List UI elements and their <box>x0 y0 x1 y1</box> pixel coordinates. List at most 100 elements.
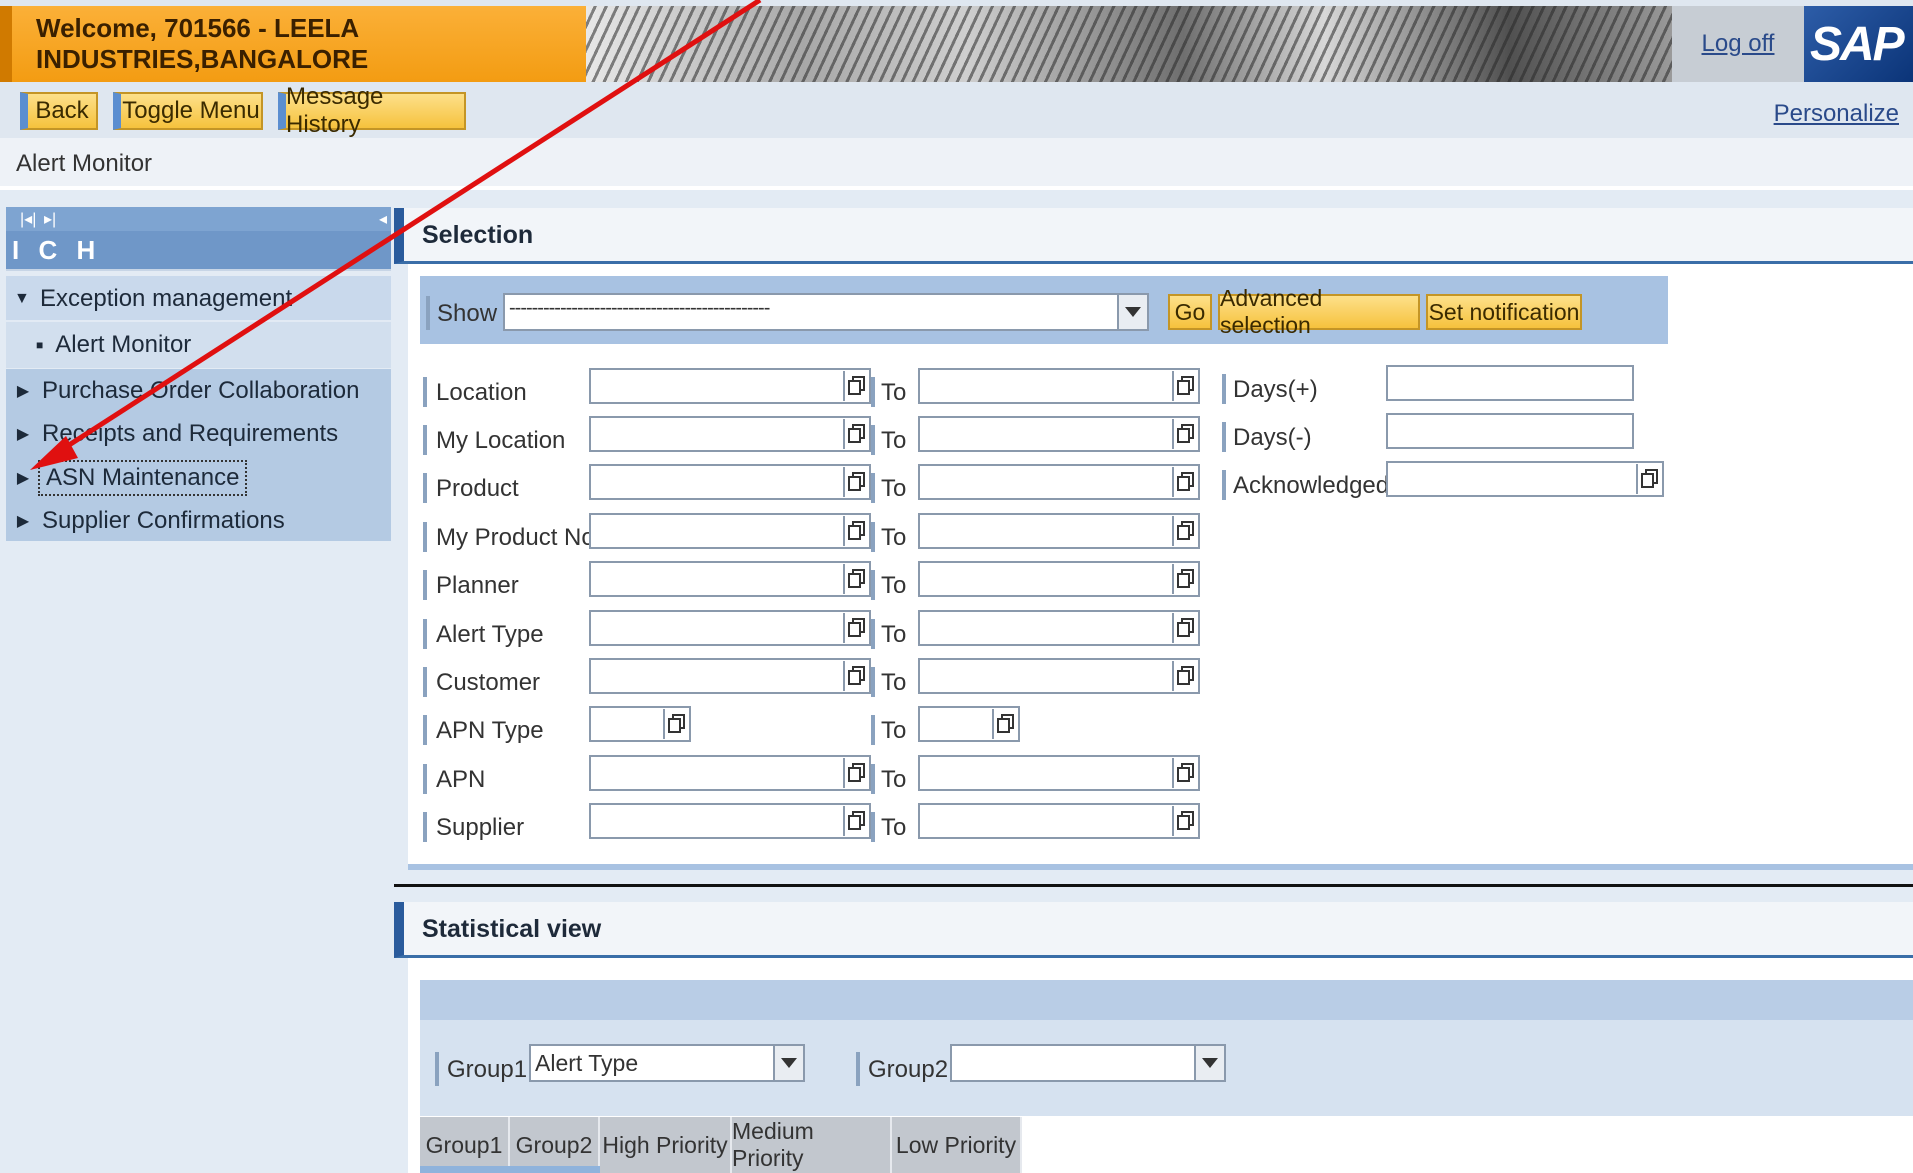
nav-item-purchase-order-collaboration[interactable]: ▶ Purchase Order Collaboration <box>6 370 391 412</box>
label-marker <box>871 377 875 407</box>
planner-label: Planner <box>436 572 519 599</box>
alert-type-from-input[interactable] <box>589 610 871 646</box>
nav-item-alert-monitor[interactable]: ■ Alert Monitor <box>6 324 391 366</box>
column-header-low-priority[interactable]: Low Priority <box>892 1117 1022 1173</box>
column-header-high-priority[interactable]: High Priority <box>600 1117 732 1173</box>
days-plus-input[interactable] <box>1386 365 1634 401</box>
to-label: To <box>881 524 907 551</box>
nav-item-exception-management[interactable]: ▼ Exception management <box>6 278 391 320</box>
value-help-icon[interactable] <box>843 758 869 788</box>
nav-item-asn-maintenance[interactable]: ▶ ASN Maintenance <box>6 457 391 499</box>
value-help-icon[interactable] <box>1172 806 1198 836</box>
planner-to-input[interactable] <box>918 561 1200 597</box>
supplier-to-input[interactable] <box>918 803 1200 839</box>
planner-from-input[interactable] <box>589 561 871 597</box>
apn-type-label: APN Type <box>436 717 544 744</box>
my-product-no-label: My Product No. <box>436 524 602 551</box>
value-help-icon[interactable] <box>1172 516 1198 546</box>
column-header-group1[interactable]: Group1 <box>420 1117 510 1173</box>
label-marker <box>871 715 875 745</box>
days-minus-input[interactable] <box>1386 413 1634 449</box>
value-help-icon[interactable] <box>663 709 689 739</box>
label-marker <box>426 296 430 330</box>
value-help-icon[interactable] <box>1172 564 1198 594</box>
value-help-icon[interactable] <box>1172 467 1198 497</box>
set-notification-button[interactable]: Set notification <box>1426 294 1582 330</box>
label-marker <box>871 764 875 794</box>
my-location-from-input[interactable] <box>589 416 871 452</box>
value-help-icon[interactable] <box>843 806 869 836</box>
my-product-no-to-input[interactable] <box>918 513 1200 549</box>
value-help-icon[interactable] <box>843 419 869 449</box>
column-header-group2[interactable]: Group2 <box>510 1117 600 1173</box>
label-marker <box>871 570 875 600</box>
section-divider <box>394 884 1913 887</box>
toggle-menu-button[interactable]: Toggle Menu <box>113 92 263 130</box>
acknowledged-input[interactable] <box>1386 461 1664 497</box>
label-marker <box>435 1052 439 1086</box>
value-help-icon[interactable] <box>1172 419 1198 449</box>
nav-item-receipts-and-requirements[interactable]: ▶ Receipts and Requirements <box>6 413 391 455</box>
message-history-button[interactable]: Message History <box>278 83 466 138</box>
supplier-label: Supplier <box>436 814 525 841</box>
value-help-icon[interactable] <box>1636 464 1662 494</box>
label-marker <box>1222 470 1226 500</box>
alert-type-to-input[interactable] <box>918 610 1200 646</box>
statistical-panel-header: Statistical view <box>394 902 1913 958</box>
customer-to-input[interactable] <box>918 658 1200 694</box>
apn-to-input[interactable] <box>918 755 1200 791</box>
show-dropdown-value: ----------------------------------------… <box>509 297 770 319</box>
go-button[interactable]: Go <box>1168 294 1212 330</box>
apn-label: APN <box>436 766 486 793</box>
value-help-icon[interactable] <box>843 564 869 594</box>
chevron-right-icon: ▶ <box>16 426 30 443</box>
dropdown-arrow-icon[interactable] <box>773 1046 803 1080</box>
group1-dropdown[interactable]: Alert Type <box>529 1044 805 1082</box>
label-marker <box>423 667 427 697</box>
supplier-from-input[interactable] <box>589 803 871 839</box>
my-location-to-input[interactable] <box>918 416 1200 452</box>
product-to-input[interactable] <box>918 464 1200 500</box>
back-button[interactable]: Back <box>20 92 98 130</box>
value-help-icon[interactable] <box>843 371 869 401</box>
value-help-icon[interactable] <box>992 709 1018 739</box>
logoff-link[interactable]: Log off <box>1702 30 1775 58</box>
value-help-icon[interactable] <box>1172 661 1198 691</box>
nav-scroll-left-icon[interactable]: |◂| <box>20 209 36 229</box>
my-product-no-from-input[interactable] <box>589 513 871 549</box>
show-dropdown[interactable]: ----------------------------------------… <box>503 293 1149 331</box>
value-help-icon[interactable] <box>843 467 869 497</box>
days-minus-label: Days(-) <box>1233 424 1312 451</box>
personalize-link[interactable]: Personalize <box>1774 100 1899 128</box>
column-header-medium-priority[interactable]: Medium Priority <box>732 1117 892 1173</box>
to-label: To <box>881 766 907 793</box>
group2-dropdown[interactable] <box>950 1044 1226 1082</box>
location-from-input[interactable] <box>589 368 871 404</box>
value-help-icon[interactable] <box>843 613 869 643</box>
label-marker <box>871 425 875 455</box>
label-marker <box>423 377 427 407</box>
label-marker <box>1222 374 1226 404</box>
nav-scroll-right-icon[interactable]: ▸| <box>44 209 56 229</box>
dropdown-arrow-icon[interactable] <box>1117 295 1147 329</box>
dropdown-arrow-icon[interactable] <box>1194 1046 1224 1080</box>
value-help-icon[interactable] <box>1172 371 1198 401</box>
apn-type-from-input[interactable] <box>589 706 691 742</box>
label-marker <box>423 522 427 552</box>
nav-item-supplier-confirmations[interactable]: ▶ Supplier Confirmations <box>6 500 391 542</box>
value-help-icon[interactable] <box>843 661 869 691</box>
nav-collapse-icon[interactable]: ◂ <box>379 209 387 229</box>
days-plus-label: Days(+) <box>1233 376 1318 403</box>
value-help-icon[interactable] <box>1172 758 1198 788</box>
apn-type-to-input[interactable] <box>918 706 1020 742</box>
location-to-input[interactable] <box>918 368 1200 404</box>
apn-from-input[interactable] <box>589 755 871 791</box>
value-help-icon[interactable] <box>1172 613 1198 643</box>
advanced-selection-button[interactable]: Advanced selection <box>1218 285 1420 338</box>
value-help-icon[interactable] <box>843 516 869 546</box>
label-marker <box>423 425 427 455</box>
to-label: To <box>881 669 907 696</box>
customer-from-input[interactable] <box>589 658 871 694</box>
product-from-input[interactable] <box>589 464 871 500</box>
alert-type-label: Alert Type <box>436 621 544 648</box>
